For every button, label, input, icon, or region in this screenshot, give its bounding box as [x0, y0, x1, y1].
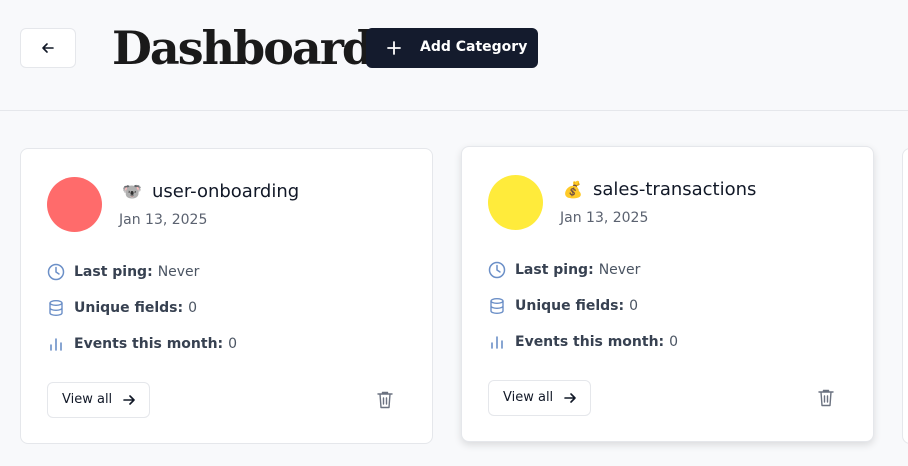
stat-events-month: Events this month: 0	[488, 331, 678, 353]
trash-icon	[818, 389, 834, 407]
stat-label: Last ping:	[74, 264, 153, 280]
stat-value: 0	[669, 334, 679, 350]
stat-label: Events this month:	[515, 334, 665, 350]
stat-value: Never	[157, 264, 200, 280]
database-icon	[490, 298, 504, 315]
stat-value: Never	[598, 262, 641, 278]
bar-chart-icon	[50, 338, 62, 351]
back-button[interactable]	[20, 28, 76, 68]
stat-last-ping: Last ping: Never	[488, 259, 640, 281]
stat-last-ping: Last ping: Never	[47, 261, 199, 283]
trash-icon	[377, 391, 393, 409]
view-all-button[interactable]: View all	[488, 380, 591, 416]
view-all-button[interactable]: View all	[47, 382, 150, 418]
view-all-label: View all	[503, 390, 554, 405]
category-name: sales-transactions	[593, 179, 757, 200]
stat-label: Unique fields:	[515, 298, 625, 314]
category-date: Jan 13, 2025	[119, 212, 208, 228]
category-date: Jan 13, 2025	[560, 210, 649, 226]
stat-label: Unique fields:	[74, 300, 184, 316]
page-title: Dashboard	[112, 21, 374, 75]
category-emoji: 🐨	[122, 182, 142, 201]
clock-icon	[488, 261, 506, 279]
stat-value: 0	[629, 298, 639, 314]
category-color-dot	[488, 175, 543, 230]
stat-label: Events this month:	[74, 336, 224, 352]
category-name: user-onboarding	[152, 181, 300, 202]
add-category-button[interactable]: Add Category	[366, 28, 538, 68]
page-header: Dashboard Add Category	[0, 0, 908, 111]
stat-unique-fields: Unique fields: 0	[488, 295, 638, 317]
view-all-label: View all	[62, 392, 113, 407]
database-icon	[49, 300, 63, 317]
category-card: 💰 sales-transactions Jan 13, 2025 Last p…	[461, 146, 874, 442]
delete-category-button[interactable]	[375, 389, 395, 411]
arrow-left-icon	[42, 43, 54, 53]
category-emoji: 💰	[563, 180, 583, 199]
category-card: 🐨 user-onboarding Jan 13, 2025 Last ping…	[20, 148, 433, 444]
delete-category-button[interactable]	[816, 387, 836, 409]
category-card-partial	[902, 148, 908, 444]
category-color-dot	[47, 177, 102, 232]
stat-label: Last ping:	[515, 262, 594, 278]
stat-value: 0	[228, 336, 238, 352]
stat-events-month: Events this month: 0	[47, 333, 237, 355]
bar-chart-icon	[491, 336, 503, 349]
plus-icon	[387, 41, 401, 55]
arrow-right-icon	[564, 393, 576, 403]
arrow-right-icon	[123, 395, 135, 405]
stat-unique-fields: Unique fields: 0	[47, 297, 197, 319]
stat-value: 0	[188, 300, 198, 316]
add-category-label: Add Category	[420, 39, 528, 55]
clock-icon	[47, 263, 65, 281]
